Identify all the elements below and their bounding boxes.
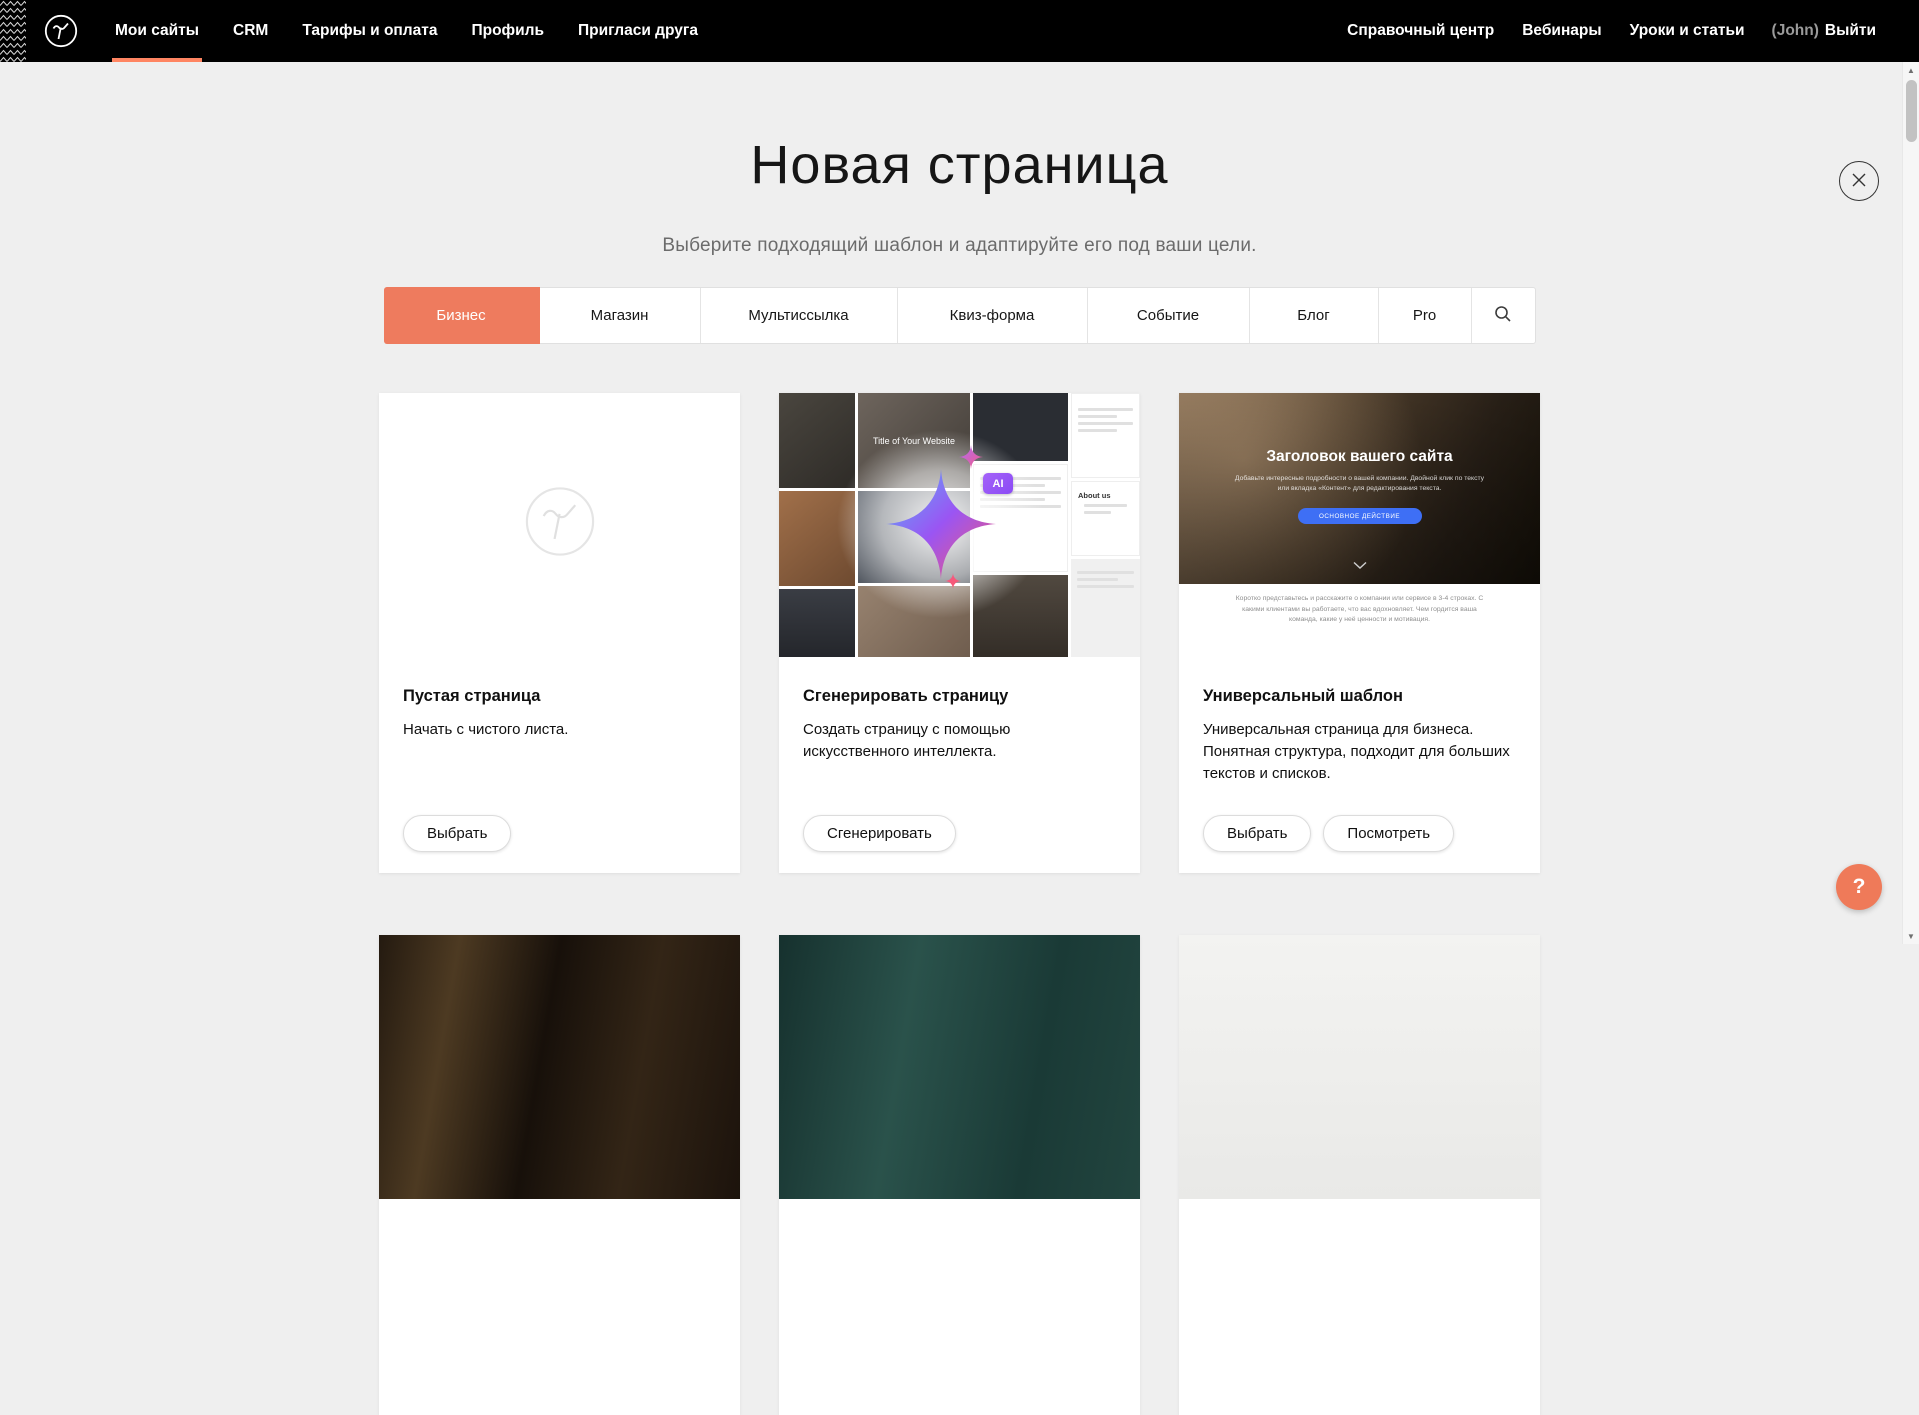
ai-sparkle-small-icon — [959, 445, 983, 474]
row2-preview-3 — [1179, 935, 1540, 1199]
tab-blog[interactable]: Блог — [1250, 288, 1379, 343]
view-universal-button[interactable]: Посмотреть — [1323, 815, 1454, 852]
tab-search[interactable] — [1472, 288, 1535, 343]
preview-hero: Заголовок вашего сайта Добавьте интересн… — [1179, 393, 1540, 584]
select-universal-button[interactable]: Выбрать — [1203, 815, 1311, 852]
template-category-tabs: Бизнес Магазин Мультиссылка Квиз-форма С… — [384, 287, 1536, 344]
template-card-generate[interactable]: Title of Your Website About us — [779, 393, 1140, 873]
card-description: Создать страницу с помощью искусственног… — [803, 719, 1116, 763]
template-card-row2-2[interactable] — [779, 935, 1140, 1415]
template-card-universal[interactable]: Заголовок вашего сайта Добавьте интересн… — [1179, 393, 1540, 873]
tab-multilink[interactable]: Мультиссылка — [701, 288, 898, 343]
nav-webinars[interactable]: Вебинары — [1508, 22, 1615, 40]
zigzag-decoration — [0, 0, 26, 62]
scrollbar-thumb[interactable] — [1906, 80, 1917, 142]
scroll-down-arrow-icon[interactable]: ▼ — [1903, 928, 1919, 944]
help-button[interactable]: ? — [1836, 864, 1882, 910]
vertical-scrollbar[interactable]: ▲ ▼ — [1902, 62, 1919, 944]
preview-body: Коротко представьтесь и расскажите о ком… — [1179, 584, 1540, 657]
ai-sparkle-icon — [886, 469, 996, 584]
preview-hero-title: Заголовок вашего сайта — [1266, 448, 1452, 466]
blank-preview — [379, 393, 740, 657]
card-title: Сгенерировать страницу — [803, 687, 1116, 706]
mosaic-about-label: About us — [1078, 491, 1111, 500]
ai-sparkle-tiny-icon — [945, 573, 961, 594]
new-page-dialog: Новая страница Выберите подходящий шабло… — [0, 62, 1919, 1415]
close-button[interactable] — [1839, 161, 1879, 201]
page-subtitle: Выберите подходящий шаблон и адаптируйте… — [0, 235, 1919, 257]
row2-preview-1 — [379, 935, 740, 1199]
page-title: Новая страница — [0, 62, 1919, 195]
select-blank-button[interactable]: Выбрать — [403, 815, 511, 852]
card-description: Универсальная страница для бизнеса. Поня… — [1203, 719, 1516, 784]
tab-business[interactable]: Бизнес — [384, 287, 540, 344]
template-card-blank[interactable]: Пустая страница Начать с чистого листа. … — [379, 393, 740, 873]
universal-preview: Заголовок вашего сайта Добавьте интересн… — [1179, 393, 1540, 657]
nav-lessons[interactable]: Уроки и статьи — [1616, 22, 1759, 40]
chevron-down-icon — [1353, 556, 1367, 574]
template-grid: Пустая страница Начать с чистого листа. … — [379, 393, 1540, 1415]
nav-profile[interactable]: Профиль — [454, 0, 561, 62]
row2-preview-2 — [779, 935, 1140, 1199]
generate-button[interactable]: Сгенерировать — [803, 815, 956, 852]
top-navigation-bar: Мои сайты CRM Тарифы и оплата Профиль Пр… — [0, 0, 1919, 62]
card-title: Универсальный шаблон — [1203, 687, 1516, 706]
tab-event[interactable]: Событие — [1088, 288, 1250, 343]
secondary-nav: Справочный центр Вебинары Уроки и статьи… — [1333, 0, 1919, 62]
tab-pro[interactable]: Pro — [1379, 288, 1472, 343]
nav-invite-friend[interactable]: Пригласи друга — [561, 0, 715, 62]
main-nav: Мои сайты CRM Тарифы и оплата Профиль Пр… — [98, 0, 715, 62]
card-description: Начать с чистого листа. — [403, 719, 716, 741]
tab-shop[interactable]: Магазин — [540, 288, 701, 343]
tilda-logo-icon[interactable] — [44, 0, 78, 62]
preview-hero-button: Основное действие — [1298, 508, 1422, 524]
user-group: (John) Выйти — [1759, 22, 1876, 40]
scroll-up-arrow-icon[interactable]: ▲ — [1903, 62, 1919, 78]
template-card-row2-1[interactable] — [379, 935, 740, 1415]
tilda-watermark-icon — [523, 485, 597, 564]
nav-help-center[interactable]: Справочный центр — [1333, 22, 1508, 40]
preview-hero-subtitle: Добавьте интересные подробности о вашей … — [1234, 474, 1486, 494]
nav-crm[interactable]: CRM — [216, 0, 285, 62]
search-icon — [1493, 304, 1513, 328]
ai-badge: AI — [983, 473, 1013, 494]
close-icon — [1851, 172, 1867, 191]
card-title: Пустая страница — [403, 687, 716, 706]
template-card-row2-3[interactable] — [1179, 935, 1540, 1415]
nav-my-sites[interactable]: Мои сайты — [98, 0, 216, 62]
preview-body-text: Коротко представьтесь и расскажите о ком… — [1231, 594, 1489, 657]
ai-preview: Title of Your Website About us — [779, 393, 1140, 657]
logout-link[interactable]: Выйти — [1825, 22, 1876, 40]
user-name: (John) — [1772, 22, 1819, 40]
nav-tariffs[interactable]: Тарифы и оплата — [285, 0, 454, 62]
tab-quiz-form[interactable]: Квиз-форма — [898, 288, 1088, 343]
